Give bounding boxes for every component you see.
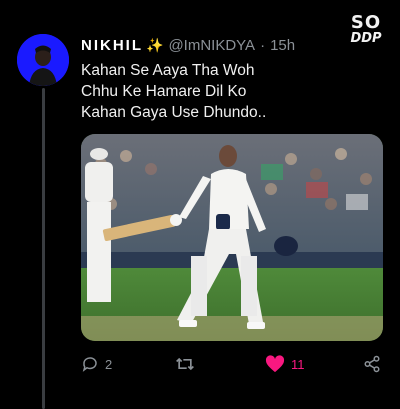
tweet-actions: 2 11 [81,355,386,377]
tweet-text: Kahan Se Aaya Tha Woh Chhu Ke Hamare Dil… [81,60,361,123]
timestamp[interactable]: 15h [270,37,295,54]
cricket-photo-image [81,134,383,341]
like-heart-icon [265,355,285,373]
reply-count: 2 [105,356,113,372]
tweet-text-line: Kahan Se Aaya Tha Woh [81,62,255,79]
avatar[interactable] [17,34,69,86]
user-handle[interactable]: @ImNIKDYA [168,37,255,54]
tweet-photo[interactable] [81,134,383,341]
share-button[interactable] [363,355,381,373]
sparkles-icon: ✨ [146,37,164,53]
retweet-button[interactable] [175,355,201,373]
tweet-text-line: Chhu Ke Hamare Dil Ko [81,83,247,100]
umpire-figure [85,148,113,302]
tweet-header: NIKHIL ✨ @ImNIKDYA · 15h [81,37,295,54]
watermark-logo: SO DDP [349,12,383,47]
watermark-line2: DDP [350,31,382,46]
thread-line [42,88,45,409]
separator-dot: · [260,37,266,54]
like-count: 11 [291,356,305,372]
tweet-text-line: Kahan Gaya Use Dhundo.. [81,104,267,121]
avatar-image [17,34,69,86]
display-name[interactable]: NIKHIL [81,37,143,54]
share-icon [364,355,380,373]
reply-button[interactable]: 2 [81,355,112,373]
watermark-line1: SO [350,12,382,33]
retweet-icon [176,357,194,371]
like-button[interactable]: 11 [265,355,305,373]
reply-icon [82,357,97,372]
